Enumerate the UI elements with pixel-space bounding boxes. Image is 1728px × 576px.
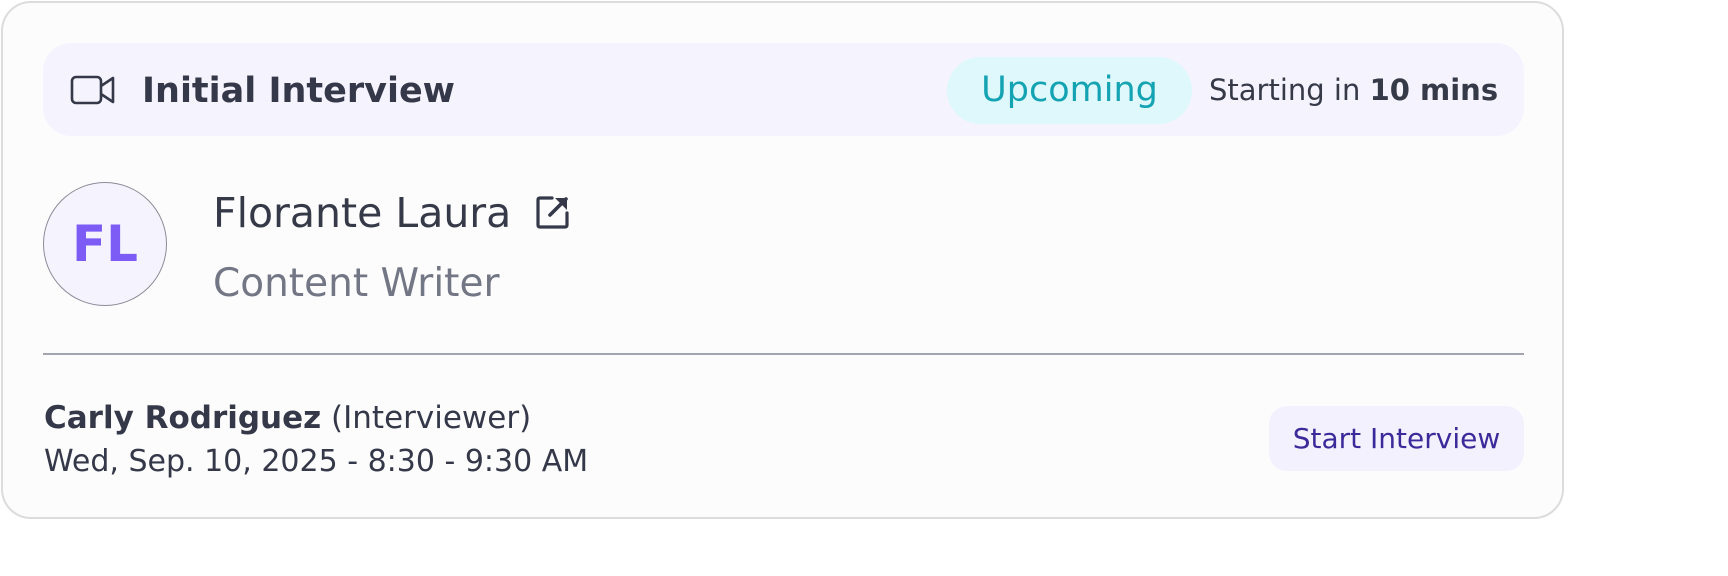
interviewer-info: Carly Rodriguez (Interviewer) xyxy=(44,398,531,438)
video-camera-icon xyxy=(70,75,115,105)
start-interview-button[interactable]: Start Interview xyxy=(1269,406,1524,471)
interview-title: Initial Interview xyxy=(142,71,456,111)
interviewer-role: (Interviewer) xyxy=(331,400,532,436)
divider xyxy=(43,353,1524,355)
interview-datetime: Wed, Sep. 10, 2025 - 8:30 - 9:30 AM xyxy=(44,444,589,479)
external-link-icon[interactable] xyxy=(536,195,570,229)
candidate-role: Content Writer xyxy=(213,261,500,306)
starting-time: Starting in 10 mins xyxy=(1209,70,1498,110)
starting-prefix: Starting in xyxy=(1209,73,1361,107)
status-badge: Upcoming xyxy=(947,57,1192,124)
avatar: FL xyxy=(43,182,167,306)
starting-value: 10 mins xyxy=(1369,73,1499,107)
interviewer-name: Carly Rodriguez xyxy=(44,400,322,436)
interview-card-stage: Initial Interview Upcoming Starting in 1… xyxy=(0,0,1568,523)
candidate-name: Florante Laura xyxy=(213,189,512,237)
